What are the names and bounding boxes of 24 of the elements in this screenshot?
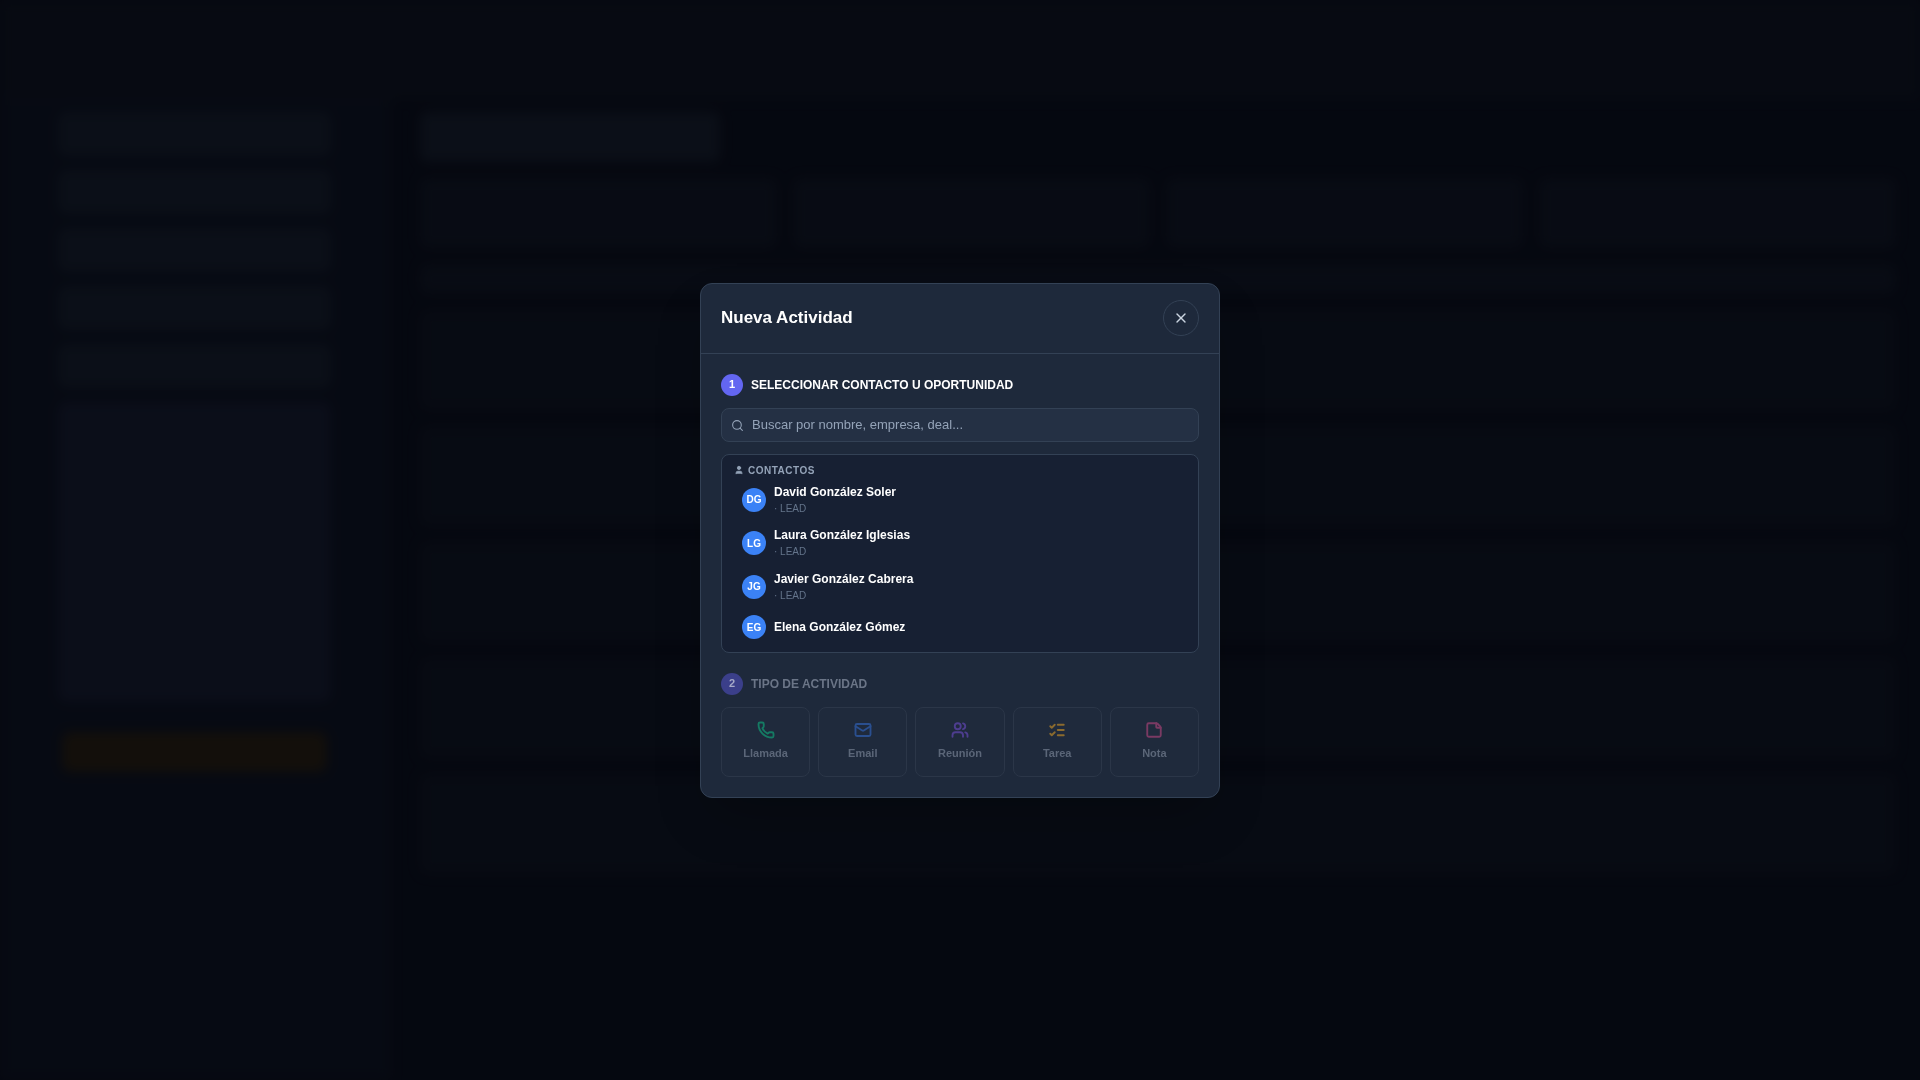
avatar: JG — [742, 574, 766, 599]
contact-item[interactable]: DG David González Soler · LEAD — [742, 484, 1186, 515]
search-icon — [731, 418, 744, 432]
contact-tag: · LEAD — [774, 589, 914, 602]
step-number: 2 — [721, 672, 743, 695]
contact-name: David González Soler — [774, 484, 897, 500]
contact-name: Laura González Iglesias — [774, 528, 911, 543]
contact-tag: · LEAD — [774, 502, 897, 515]
person-icon — [734, 465, 744, 475]
contact-item[interactable]: EG Elena González Gómez — [742, 615, 1186, 639]
avatar: LG — [742, 531, 766, 556]
step-number: 1 — [721, 373, 743, 396]
step-label: SELECCIONAR CONTACTO U OPORTUNIDAD — [751, 376, 1014, 394]
contact-name: Javier González Cabrera — [774, 571, 914, 587]
avatar: EG — [742, 615, 766, 639]
search-field[interactable]: Buscar por nombre, empresa, deal... — [721, 407, 1199, 442]
contacts-heading: CONTACTOS — [748, 463, 815, 478]
dialog-title: Nueva Actividad — [721, 307, 853, 330]
contact-tag: · LEAD — [774, 546, 911, 559]
contact-name: Elena González Gómez — [774, 619, 906, 635]
avatar: DG — [742, 487, 766, 512]
step-label: TIPO DE ACTIVIDAD — [751, 675, 868, 693]
contact-item[interactable]: JG Javier González Cabrera · LEAD — [742, 571, 1186, 602]
contact-item[interactable]: LG Laura González Iglesias · LEAD — [742, 528, 1186, 559]
